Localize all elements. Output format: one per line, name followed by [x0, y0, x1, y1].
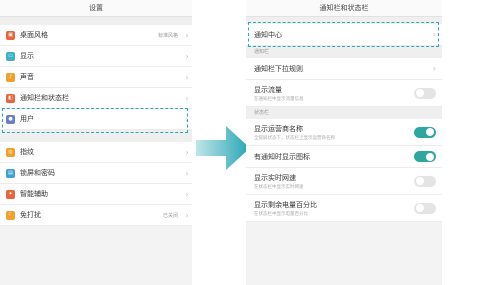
settings-item-smart-assist[interactable]: ✦ 智能辅助 ›	[0, 184, 192, 205]
chevron-right-icon: ›	[185, 210, 189, 220]
user-icon: ●	[6, 114, 15, 124]
battery-percent-toggle[interactable]	[414, 202, 436, 214]
section-header-status: 状态栏	[246, 107, 442, 119]
realtime-speed-item[interactable]: 显示实时网速 在状态栏中显示实时网速	[246, 168, 442, 195]
dropdown-rule-item[interactable]: 通知栏下拉规则 ›	[246, 58, 442, 80]
settings-item-do-not-disturb[interactable]: ☾ 免打扰 已关闭 ›	[0, 205, 192, 226]
settings-item-fingerprint[interactable]: ◎ 指纹 ›	[0, 142, 192, 163]
chevron-right-icon: ›	[432, 64, 436, 73]
carrier-name-item[interactable]: 显示运营商名称 全锁屏状态下，状态栏上显示运营商名称	[246, 119, 442, 146]
settings-item-lock[interactable]: ▤ 锁屏和密码 ›	[0, 163, 192, 184]
notif-icon-toggle[interactable]	[414, 151, 436, 162]
do-not-disturb-icon: ☾	[6, 210, 15, 220]
battery-percent-item[interactable]: 显示剩余电量百分比 在状态栏中显示电量百分比	[246, 195, 442, 222]
show-traffic-item[interactable]: 显示流量 在通知栏中显示流量信息	[246, 80, 442, 107]
chevron-right-icon: ›	[185, 93, 189, 103]
arrow-right-icon	[196, 126, 250, 170]
settings-item-user[interactable]: ● 用户 ›	[0, 109, 192, 130]
settings-item-desktop-style[interactable]: ▣ 桌面风格 标准风格 ›	[0, 25, 192, 46]
lock-icon: ▤	[6, 168, 15, 178]
chevron-right-icon: ›	[432, 30, 436, 39]
show-traffic-toggle[interactable]	[414, 87, 436, 99]
sound-icon: ♪	[6, 72, 15, 82]
chevron-right-icon: ›	[185, 30, 189, 40]
settings-screen: 设置 ▣ 桌面风格 标准风格 › ▭ 显示 › ♪ 声音 › ◧ 通知栏和状态栏…	[0, 0, 192, 285]
desktop-style-icon: ▣	[6, 30, 15, 40]
settings-item-display[interactable]: ▭ 显示 ›	[0, 46, 192, 67]
chevron-right-icon: ›	[185, 72, 189, 82]
smart-assist-icon: ✦	[6, 189, 15, 199]
chevron-right-icon: ›	[185, 114, 189, 124]
page-title: 通知栏和状态栏	[246, 0, 442, 17]
section-header-notification: 通知栏	[246, 46, 442, 58]
page-title: 设置	[0, 0, 192, 17]
chevron-right-icon: ›	[185, 168, 189, 178]
notification-settings-screen: 通知栏和状态栏 通知中心 › 通知栏 通知栏下拉规则 › 显示流量 在通知栏中显…	[246, 0, 442, 285]
chevron-right-icon: ›	[185, 51, 189, 61]
notification-center-item[interactable]: 通知中心 ›	[246, 24, 442, 46]
display-icon: ▭	[6, 51, 15, 61]
chevron-right-icon: ›	[185, 147, 189, 157]
notif-icon-item[interactable]: 有通知时显示图标	[246, 146, 442, 168]
settings-item-notification[interactable]: ◧ 通知栏和状态栏 ›	[0, 88, 192, 109]
notification-icon: ◧	[6, 93, 15, 103]
realtime-speed-toggle[interactable]	[414, 175, 436, 187]
fingerprint-icon: ◎	[6, 147, 15, 157]
chevron-right-icon: ›	[185, 189, 189, 199]
carrier-name-toggle[interactable]	[414, 126, 436, 138]
settings-item-sound[interactable]: ♪ 声音 ›	[0, 67, 192, 88]
